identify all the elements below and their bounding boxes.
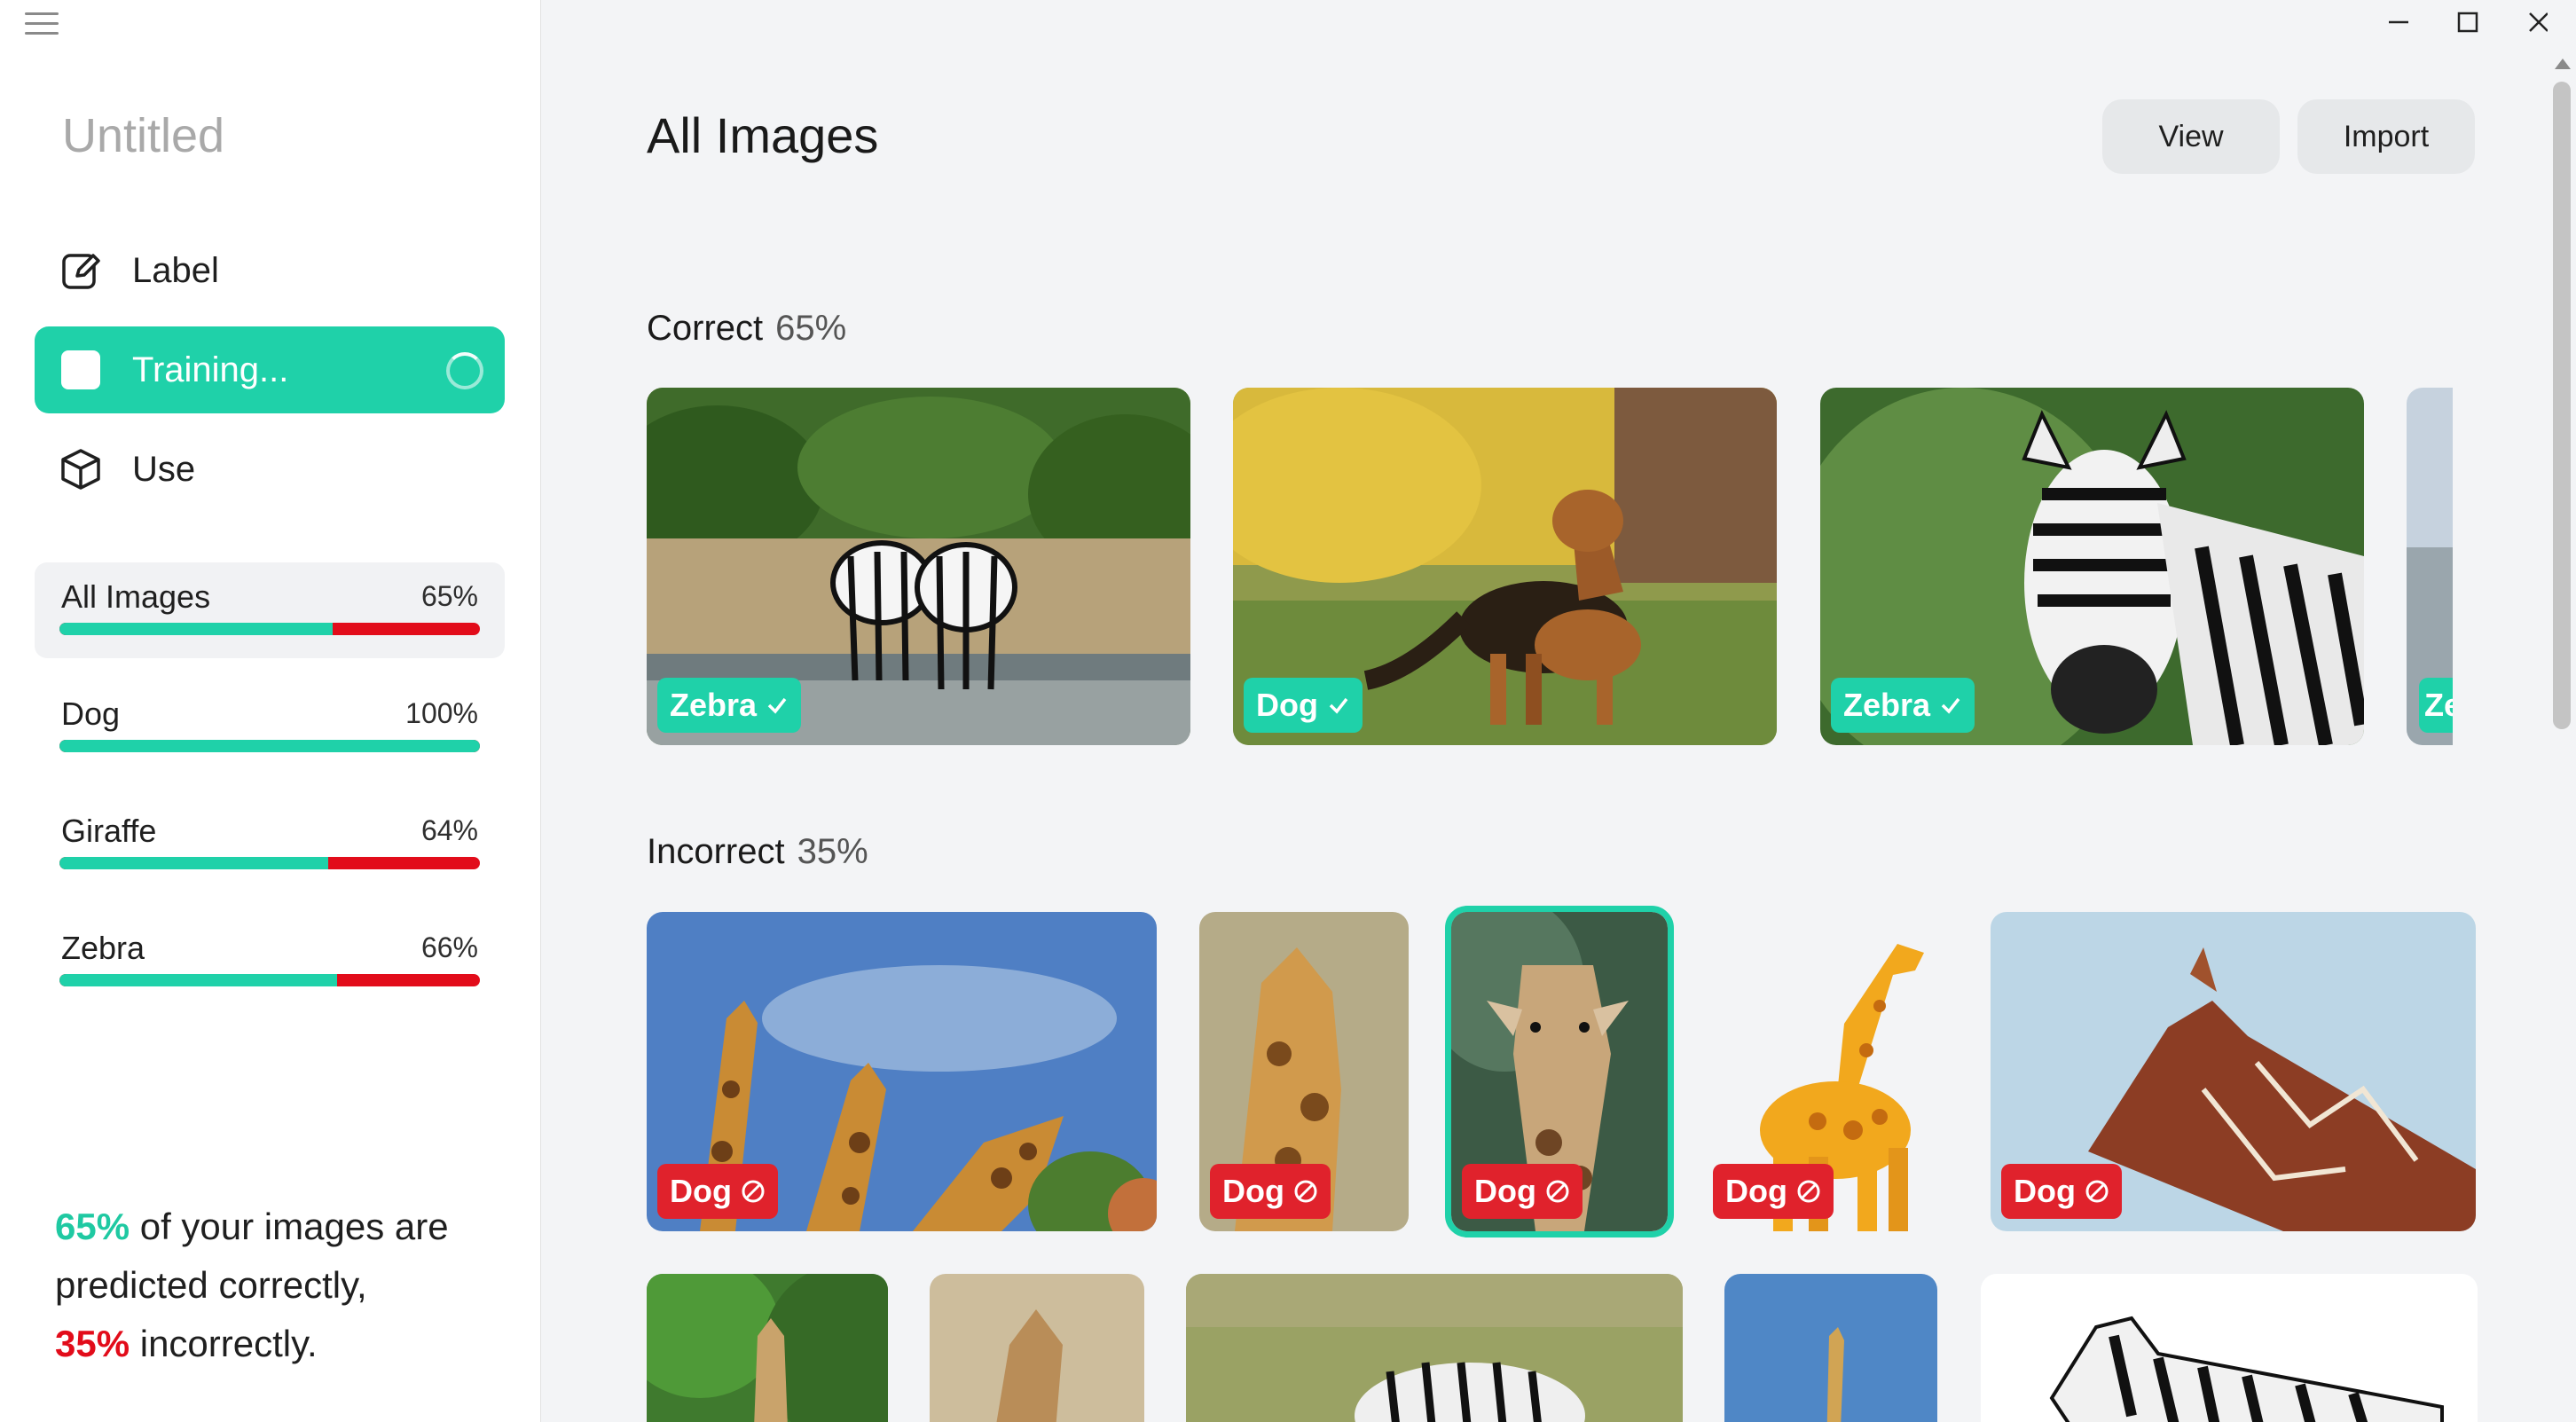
zebra-grass-image bbox=[1186, 1274, 1683, 1422]
image-thumbnail[interactable]: Zebra bbox=[1820, 388, 2364, 745]
image-thumbnail[interactable]: Ze bbox=[2407, 388, 2453, 745]
image-thumbnail[interactable]: Dog bbox=[1233, 388, 1777, 745]
prohibited-icon bbox=[1546, 1180, 1569, 1203]
stat-name: Giraffe bbox=[61, 813, 157, 849]
stat-all-images[interactable]: All Images 65% bbox=[35, 562, 505, 658]
giraffe-sand-image bbox=[930, 1274, 1144, 1422]
label-badge-correct: Zebra bbox=[1831, 678, 1975, 733]
check-icon bbox=[1329, 697, 1348, 714]
image-thumbnail-selected[interactable]: Dog bbox=[1445, 906, 1674, 1237]
badge-label: Zebra bbox=[1843, 687, 1931, 723]
summary-line3: incorrectly. bbox=[130, 1323, 318, 1364]
accuracy-bar bbox=[59, 740, 480, 752]
menu-icon[interactable] bbox=[25, 12, 59, 39]
section-incorrect-title: Incorrect 35% bbox=[647, 832, 868, 872]
nav-use[interactable]: Use bbox=[35, 426, 505, 513]
image-thumbnail[interactable]: Dog bbox=[1991, 912, 2476, 1231]
nav-label-text: Label bbox=[132, 250, 219, 290]
section-correct-title: Correct 65% bbox=[647, 309, 846, 349]
image-thumbnail[interactable] bbox=[1981, 1274, 2478, 1422]
accuracy-bar bbox=[59, 974, 480, 986]
vertical-scrollbar[interactable] bbox=[2548, 0, 2576, 1422]
badge-label: Zebra bbox=[670, 687, 758, 723]
prohibited-icon bbox=[1797, 1180, 1820, 1203]
cube-icon bbox=[58, 446, 104, 492]
label-badge-correct: Ze bbox=[2419, 678, 2453, 733]
giraffe-distant-image bbox=[1724, 1274, 1937, 1422]
project-title[interactable]: Untitled bbox=[62, 108, 224, 163]
summary-line2: predicted correctly, bbox=[55, 1264, 367, 1306]
nav-training-text: Training... bbox=[132, 350, 289, 389]
badge-label: Dog bbox=[1725, 1173, 1787, 1209]
stat-zebra[interactable]: Zebra 66% bbox=[35, 914, 505, 1010]
stat-giraffe[interactable]: Giraffe 64% bbox=[35, 797, 505, 892]
image-thumbnail[interactable]: Dog bbox=[647, 912, 1157, 1231]
summary-bad-pct: 35% bbox=[55, 1323, 130, 1364]
label-badge-incorrect: Dog bbox=[1462, 1164, 1583, 1219]
image-thumbnail[interactable]: Zebra bbox=[647, 388, 1190, 745]
loading-spinner-icon bbox=[446, 352, 483, 389]
stat-name: Zebra bbox=[61, 930, 145, 966]
section-pct: 65% bbox=[775, 309, 847, 348]
badge-label: Dog bbox=[670, 1173, 732, 1209]
giraffe-trees-image bbox=[647, 1274, 888, 1422]
training-square-icon bbox=[58, 347, 104, 393]
accuracy-summary: 65% of your images are predicted correct… bbox=[55, 1198, 516, 1373]
nav-label[interactable]: Label bbox=[35, 227, 505, 314]
stat-pct: 100% bbox=[405, 697, 478, 729]
section-name: Correct bbox=[647, 309, 764, 348]
accuracy-bar bbox=[59, 857, 480, 869]
badge-label: Ze bbox=[2424, 687, 2453, 723]
stat-pct: 64% bbox=[420, 814, 478, 846]
scroll-up-icon[interactable] bbox=[2555, 59, 2571, 69]
stat-name: All Images bbox=[61, 578, 211, 615]
app-window: Untitled Label Training... Use All Image… bbox=[0, 0, 2576, 1422]
label-badge-incorrect: Dog bbox=[2001, 1164, 2122, 1219]
import-button[interactable]: Import bbox=[2297, 99, 2475, 174]
image-thumbnail[interactable]: Dog bbox=[1199, 912, 1409, 1231]
prohibited-icon bbox=[742, 1180, 765, 1203]
prohibited-icon bbox=[2085, 1180, 2109, 1203]
image-thumbnail[interactable] bbox=[930, 1274, 1144, 1422]
main-panel: All Images View Import Correct 65% Zebra… bbox=[542, 0, 2547, 1422]
image-thumbnail[interactable] bbox=[1724, 1274, 1937, 1422]
check-icon bbox=[767, 697, 787, 714]
badge-label: Dog bbox=[1222, 1173, 1284, 1209]
image-thumbnail[interactable] bbox=[647, 1274, 888, 1422]
stat-pct: 66% bbox=[420, 931, 478, 963]
label-badge-incorrect: Dog bbox=[1713, 1164, 1834, 1219]
edit-icon bbox=[58, 247, 104, 294]
stat-dog[interactable]: Dog 100% bbox=[35, 680, 505, 775]
stat-name: Dog bbox=[61, 695, 121, 732]
accuracy-bar bbox=[59, 623, 480, 635]
page-title: All Images bbox=[647, 107, 879, 163]
check-icon bbox=[1941, 697, 1960, 714]
label-badge-correct: Dog bbox=[1244, 678, 1363, 733]
label-badge-correct: Zebra bbox=[657, 678, 802, 733]
scrollbar-thumb[interactable] bbox=[2553, 82, 2571, 729]
view-button[interactable]: View bbox=[2102, 99, 2280, 174]
badge-label: Dog bbox=[2014, 1173, 2076, 1209]
nav-training[interactable]: Training... bbox=[35, 326, 505, 413]
zebra-white-image bbox=[1981, 1274, 2478, 1422]
nav-use-text: Use bbox=[132, 449, 196, 489]
badge-label: Dog bbox=[1474, 1173, 1536, 1209]
section-pct: 35% bbox=[797, 832, 868, 871]
badge-label: Dog bbox=[1256, 687, 1318, 723]
label-badge-incorrect: Dog bbox=[657, 1164, 778, 1219]
stat-pct: 65% bbox=[420, 580, 478, 612]
image-thumbnail[interactable] bbox=[1186, 1274, 1683, 1422]
label-badge-incorrect: Dog bbox=[1210, 1164, 1331, 1219]
prohibited-icon bbox=[1294, 1180, 1317, 1203]
summary-good-pct: 65% bbox=[55, 1206, 130, 1247]
sidebar: Untitled Label Training... Use All Image… bbox=[0, 0, 541, 1422]
summary-line1: of your images are bbox=[130, 1206, 449, 1247]
section-name: Incorrect bbox=[647, 832, 785, 871]
image-thumbnail[interactable]: Dog bbox=[1702, 908, 1959, 1231]
